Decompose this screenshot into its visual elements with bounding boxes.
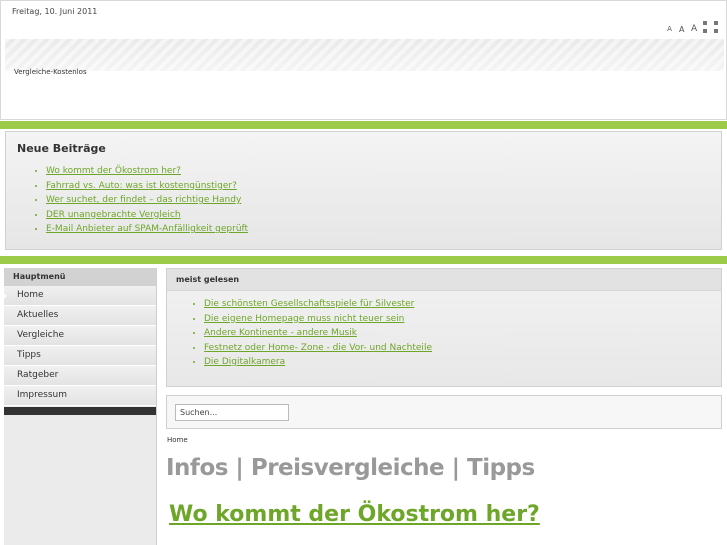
most-read-title: meist gelesen xyxy=(167,269,721,291)
layout-narrow-icon[interactable] xyxy=(703,21,707,33)
sidebar-item-home[interactable]: Home xyxy=(2,286,156,306)
font-size-small-button[interactable]: A xyxy=(667,26,672,33)
list-item: Die schönsten Gesellschaftsspiele für Si… xyxy=(204,297,432,312)
menu-footer xyxy=(4,407,156,415)
most-read-link[interactable]: Andere Kontinente - andere Musik xyxy=(204,328,357,338)
featured-link[interactable]: Fahrrad vs. Auto: was ist kostengünstige… xyxy=(46,181,237,191)
most-read-box: meist gelesen Die schönsten Gesellschaft… xyxy=(166,268,722,387)
featured-link[interactable]: DER unangebrachte Vergleich xyxy=(46,210,181,220)
list-item: DER unangebrachte Vergleich xyxy=(46,208,248,223)
search-box xyxy=(166,395,722,429)
most-read-link[interactable]: Die Digitalkamera xyxy=(204,357,285,367)
header-banner xyxy=(5,39,724,71)
sidebar-item-aktuelles[interactable]: Aktuelles xyxy=(4,306,156,326)
main-menu: Hauptmenü Home Aktuelles Vergleiche Tipp… xyxy=(2,268,157,545)
search-input[interactable] xyxy=(175,404,289,421)
list-item: Die eigene Homepage muss nicht teuer sei… xyxy=(204,312,432,327)
featured-posts-box: Neue Beiträge Wo kommt der Ökostrom her?… xyxy=(5,131,722,250)
site-name[interactable]: Vergleiche-Kostenlos xyxy=(14,68,87,76)
sidebar-item-tipps[interactable]: Tipps xyxy=(4,346,156,366)
most-read-link[interactable]: Die eigene Homepage muss nicht teuer sei… xyxy=(204,314,404,324)
list-item: Andere Kontinente - andere Musik xyxy=(204,326,432,341)
most-read-link[interactable]: Festnetz oder Home- Zone - die Vor- und … xyxy=(204,343,432,353)
most-read-link[interactable]: Die schönsten Gesellschaftsspiele für Si… xyxy=(204,299,414,309)
page-slogan: Infos | Preisvergleiche | Tipps xyxy=(166,455,535,481)
font-size-large-button[interactable]: A xyxy=(691,25,697,34)
sidebar-item-vergleiche[interactable]: Vergleiche xyxy=(4,326,156,346)
header: Freitag, 10. Juni 2011 A A A Vergleiche-… xyxy=(0,0,727,120)
divider-bar xyxy=(0,256,727,264)
sidebar-item-ratgeber[interactable]: Ratgeber xyxy=(4,366,156,386)
article-title[interactable]: Wo kommt der Ökostrom her? xyxy=(169,502,540,527)
font-size-medium-button[interactable]: A xyxy=(679,26,684,34)
list-item: Wo kommt der Ökostrom her? xyxy=(46,164,248,179)
featured-title: Neue Beiträge xyxy=(17,142,106,155)
featured-link[interactable]: Wo kommt der Ökostrom her? xyxy=(46,166,181,176)
breadcrumb[interactable]: Home xyxy=(167,436,188,444)
list-item: Fahrrad vs. Auto: was ist kostengünstige… xyxy=(46,179,248,194)
font-size-tools: A A A xyxy=(667,21,718,34)
date-text: Freitag, 10. Juni 2011 xyxy=(12,7,98,16)
featured-link[interactable]: Wer suchet, der findet – das richtige Ha… xyxy=(46,195,241,205)
featured-link[interactable]: E-Mail Anbieter auf SPAM-Anfälligkeit ge… xyxy=(46,224,248,234)
main-menu-title: Hauptmenü xyxy=(4,268,156,286)
divider-bar xyxy=(0,121,727,129)
list-item: E-Mail Anbieter auf SPAM-Anfälligkeit ge… xyxy=(46,222,248,237)
list-item: Wer suchet, der findet – das richtige Ha… xyxy=(46,193,248,208)
list-item: Die Digitalkamera xyxy=(204,355,432,370)
list-item: Festnetz oder Home- Zone - die Vor- und … xyxy=(204,341,432,356)
layout-wide-icon[interactable] xyxy=(714,21,718,33)
sidebar-item-impressum[interactable]: Impressum xyxy=(4,386,156,406)
